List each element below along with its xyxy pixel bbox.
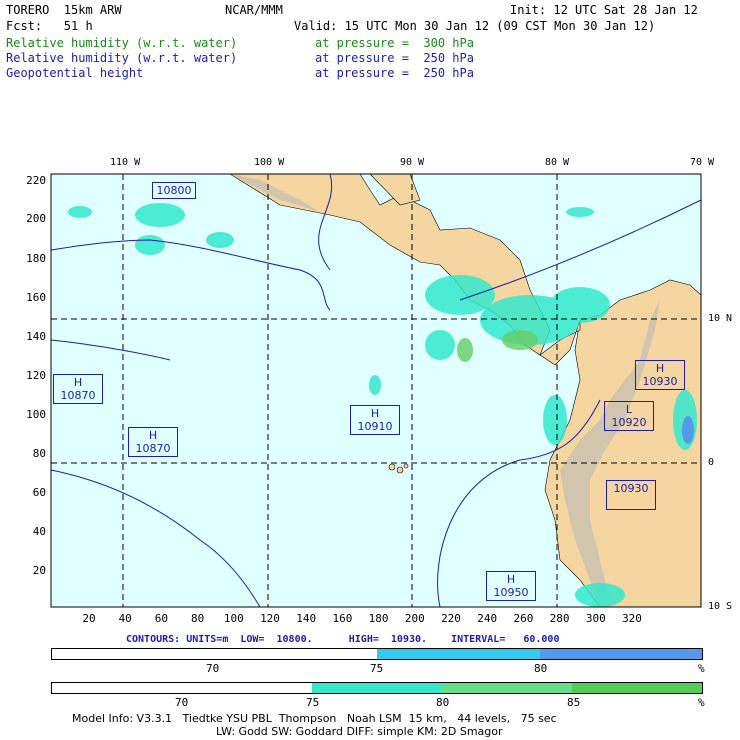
- cbar2-tick: 80: [436, 696, 450, 709]
- x-tick-label: 140: [296, 612, 317, 625]
- x-tick-label: 80: [190, 612, 205, 625]
- pressure-center-type: H: [655, 362, 665, 375]
- lon-label: 110 W: [110, 157, 141, 168]
- y-tick-label: 40: [32, 525, 46, 538]
- pressure-center-value: 10930: [642, 375, 678, 388]
- y-tick-label: 200: [26, 212, 46, 225]
- cbar1-tick: %: [698, 662, 705, 675]
- y-tick-label: 140: [26, 330, 46, 343]
- y-tick-label: 180: [26, 252, 46, 265]
- lon-label: 80 W: [545, 157, 570, 168]
- pressure-center-value: 10870: [60, 389, 96, 402]
- pressure-center-box: H 10870: [128, 427, 178, 457]
- x-tick-label: 220: [441, 612, 461, 625]
- pressure-center-type: H: [73, 376, 83, 389]
- cbar1-seg: [377, 649, 540, 659]
- cbar2-tick: 85: [567, 696, 581, 709]
- x-tick-label: 100: [223, 612, 244, 625]
- cbar2-seg: [312, 683, 442, 693]
- y-tick-label: 20: [32, 564, 46, 577]
- cbar1-tick: 80: [534, 662, 548, 675]
- lat-label: 0: [708, 457, 715, 468]
- colorbar-rh300: [51, 648, 703, 660]
- pressure-center-value: 10920: [611, 416, 647, 429]
- galapagos-island: [396, 466, 404, 474]
- pressure-center-box: H 10930: [635, 360, 685, 390]
- lon-label: 90 W: [400, 157, 425, 168]
- pressure-center-value: 10930: [613, 482, 649, 495]
- x-tick-label: 300: [585, 612, 606, 625]
- cbar2-seg: [572, 683, 702, 693]
- contours-info: CONTOURS: UNITS=m LOW= 10800. HIGH= 1093…: [126, 634, 560, 645]
- cbar1-tick: 70: [206, 662, 220, 675]
- galapagos-island: [388, 463, 396, 471]
- lat-label: 10 S: [708, 601, 733, 612]
- cbar2-seg: [182, 683, 313, 693]
- lon-label: 70 W: [690, 157, 715, 168]
- x-tick-label: 120: [260, 612, 280, 625]
- pressure-center-type: H: [148, 429, 158, 442]
- cbar1-tick: 75: [370, 662, 384, 675]
- x-tick-label: 180: [368, 612, 389, 625]
- x-tick-label: 60: [154, 612, 169, 625]
- x-tick-label: 280: [549, 612, 570, 625]
- colorbar-rh250: [51, 682, 703, 694]
- pressure-center-type: H: [370, 407, 380, 420]
- humidity-blue-patch: [682, 416, 694, 444]
- cbar1-seg: [215, 649, 377, 659]
- lat-label: 10 N: [708, 313, 733, 324]
- pressure-center-value: 10870: [135, 442, 171, 455]
- pressure-center-value: 10800: [156, 184, 192, 197]
- pressure-center-value: 10950: [493, 586, 529, 599]
- y-tick-label: 160: [26, 291, 46, 304]
- pressure-center-box: H 10910: [350, 405, 400, 435]
- cbar2-tick: %: [698, 696, 705, 709]
- pressure-center-type: H: [506, 573, 516, 586]
- pressure-center-type: L: [625, 403, 633, 416]
- weather-map: [50, 173, 702, 608]
- model-info: Model Info: V3.3.1 Tiedtke YSU PBL Thomp…: [72, 712, 557, 725]
- cbar1-seg: [540, 649, 702, 659]
- y-tick-label: 120: [26, 369, 46, 382]
- x-tick-label: 40: [118, 612, 132, 625]
- cbar2-tick: 70: [175, 696, 189, 709]
- x-tick-label: 240: [477, 612, 498, 625]
- x-tick-label: 260: [513, 612, 534, 625]
- galapagos-island: [403, 463, 409, 469]
- y-tick-label: 100: [26, 408, 46, 421]
- y-tick-label: 60: [32, 486, 46, 499]
- x-tick-label: 320: [622, 612, 642, 625]
- cbar2-tick: 75: [306, 696, 320, 709]
- cbar1-seg: [52, 649, 215, 659]
- y-tick-label: 220: [26, 174, 46, 187]
- pressure-center-box: 10800: [152, 182, 196, 199]
- pressure-center-box: H 10870: [53, 374, 103, 404]
- cbar2-seg: [52, 683, 182, 693]
- x-tick-label: 200: [404, 612, 425, 625]
- pressure-center-value: 10910: [357, 420, 393, 433]
- pressure-center-box: L 10920: [604, 401, 654, 431]
- lon-label: 100 W: [254, 157, 285, 168]
- cbar2-seg: [441, 683, 573, 693]
- pressure-center-box: H 10950: [486, 571, 536, 601]
- physics-info: LW: Godd SW: Goddard DIFF: simple KM: 2D…: [216, 725, 503, 738]
- x-tick-label: 20: [82, 612, 96, 625]
- y-tick-label: 80: [32, 447, 46, 460]
- x-tick-label: 160: [332, 612, 353, 625]
- pressure-center-box: 10930: [606, 480, 656, 510]
